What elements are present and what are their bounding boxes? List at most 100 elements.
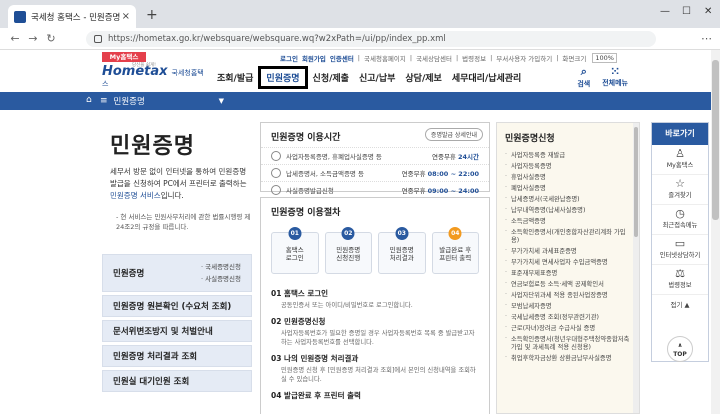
gnb-inquiry[interactable]: 조회/발급	[212, 71, 258, 89]
chat-icon: ▭	[674, 237, 686, 250]
leftnav-waiting-count[interactable]: 민원실 대기인원 조회	[102, 370, 252, 392]
cert-apply-item[interactable]: 소득금액증명	[505, 216, 631, 227]
lock-icon	[94, 35, 102, 43]
tab-title: 국세청 홈택스 - 민원증명	[31, 12, 121, 23]
browser-tab[interactable]: 국세청 홈택스 - 민원증명 ×	[8, 5, 136, 28]
maximize-icon[interactable]: ☐	[682, 6, 691, 17]
home-icon[interactable]: ⌂	[86, 95, 98, 107]
cert-apply-item[interactable]: 근로(자녀)장려금 수급사실 증명	[505, 323, 631, 334]
leftnav-original-check[interactable]: 민원증명 원본확인 (수요처 조회)	[102, 295, 252, 317]
list-scrollbar[interactable]	[633, 123, 639, 413]
star-icon: ☆	[675, 177, 685, 190]
url-text: https://hometax.go.kr/websquare/websquar…	[108, 34, 446, 44]
cert-apply-item[interactable]: 납세증명서(국세완납증명)	[505, 194, 631, 205]
cert-apply-item[interactable]: 부가가치세 과세표준증명	[505, 246, 631, 257]
minimize-icon[interactable]: —	[660, 6, 670, 17]
scale-icon: ⚖	[675, 267, 685, 280]
leftnav-forgery-guide[interactable]: 문서위변조방지 및 처벌안내	[102, 320, 252, 342]
proc-heading: 04 발급완료 후 프린터 출력	[271, 391, 361, 400]
proc-text: 민원증명 신청 후 [민원증명 처리결과 조회]에서 본인의 신청내역을 조회하…	[281, 367, 476, 383]
step-apply: 02 민원증명 신청진행	[324, 227, 372, 274]
util-signup[interactable]: 회원가입	[302, 53, 326, 63]
quick-recent-menu[interactable]: ◷ 최근접속메뉴	[652, 205, 708, 235]
back-icon[interactable]: ←	[6, 32, 24, 45]
quick-my-hometax[interactable]: ♙ My홈택스	[652, 145, 708, 175]
logo-slogan: 당신을 쉽게!	[132, 63, 156, 68]
chevron-up-icon: ∧	[677, 342, 683, 349]
cert-apply-item[interactable]: 사업자단위과세 적용 종된사업장증명	[505, 290, 631, 301]
cert-apply-item[interactable]: 휴업사실증명	[505, 172, 631, 183]
grid-icon: ⁙	[610, 65, 620, 78]
util-nts-home[interactable]: 국세청홈페이지	[364, 53, 406, 63]
gnb-apply[interactable]: 신청/제출	[308, 71, 354, 89]
leftnav-sub-tax-cert[interactable]: · 국세증명신청	[201, 261, 241, 273]
forward-icon[interactable]: →	[24, 32, 42, 45]
util-dept-signup[interactable]: 부서사용자 가입하기	[496, 53, 552, 63]
top-button[interactable]: ∧ TOP	[667, 336, 693, 362]
cert-apply-item[interactable]: 소득확인증명서(청년우대형주택청약종합저축 가입 및 과세특례 적용 신청용)	[505, 334, 631, 353]
clock-icon: ◷	[675, 207, 685, 220]
procedure-details: 01 홈택스 로그인 공동인증서 또는 아이디/비밀번호로 로그인합니다. 02…	[261, 280, 489, 403]
quick-header: 바로가기	[652, 123, 708, 145]
cert-apply-item[interactable]: 표준재무제표증명	[505, 268, 631, 279]
cert-apply-item[interactable]: 국세납세증명 조회(정부관련기관)	[505, 312, 631, 323]
url-input[interactable]: https://hometax.go.kr/websquare/websquar…	[86, 31, 656, 47]
proc-text: 공동인증서 또는 아이디/비밀번호로 로그인합니다.	[281, 302, 413, 309]
my-hometax-tag[interactable]: My홈택스	[102, 52, 146, 62]
procedure-steps: 01 홈택스 로그인 02 민원증명 신청진행 03 민원증명 처리결과 04 발급완료 후프…	[261, 227, 489, 280]
page-intro: 세무서 방문 없이 인터넷을 통하여 민원증명발급을 신청하여 PC에서 프린터…	[110, 167, 247, 200]
clock-icon	[271, 168, 281, 178]
proc-heading: 03 나의 민원증명 처리결과	[271, 354, 359, 363]
util-law-info[interactable]: 법령정보	[462, 53, 486, 63]
page-title: 민원증명	[110, 134, 195, 159]
window-close-icon[interactable]: ✕	[704, 6, 712, 17]
cert-apply-item[interactable]: 소득확인증명서(개인종합자산관리계좌 가입용)	[505, 227, 631, 246]
util-cert-center[interactable]: 인증센터	[330, 53, 354, 63]
cert-apply-item[interactable]: 연금보험료등 소득·세액 공제확인서	[505, 279, 631, 290]
location-dropdown[interactable]: ≡ 민원증명 ▼	[100, 92, 224, 110]
location-label: 민원증명	[113, 97, 145, 107]
clock-icon	[271, 151, 281, 161]
cert-apply-item[interactable]: 모범납세자증명	[505, 301, 631, 312]
utility-links: 로그인 회원가입 인증센터 | 국세청홈페이지 | 국세상담센터 | 법령정보 …	[280, 52, 710, 63]
new-tab-button[interactable]: +	[146, 7, 158, 23]
page-scrollbar[interactable]	[711, 50, 720, 414]
leftnav-sub-fact-cert[interactable]: · 사실증명신청	[201, 273, 241, 285]
hometax-logo[interactable]: 당신을 쉽게! Hometax 국세청홈택스	[102, 63, 206, 88]
civil-service-link[interactable]: 민원증명 서비스	[110, 191, 161, 200]
gnb-consult[interactable]: 상담/제보	[400, 71, 446, 89]
reload-icon[interactable]: ↻	[42, 32, 60, 45]
gnb-tax-agent[interactable]: 세무대리/납세관리	[447, 71, 527, 89]
gnb-civil-cert[interactable]: 민원증명	[258, 66, 308, 89]
cert-apply-item[interactable]: 폐업사실증명	[505, 183, 631, 194]
util-consult-center[interactable]: 국세상담센터	[416, 53, 452, 63]
cert-apply-item[interactable]: 부가가치세 면세사업자 수입금액증명	[505, 257, 631, 268]
cert-apply-item[interactable]: 사업자등록증명	[505, 161, 631, 172]
procedure-title: 민원증명 이용절차	[271, 208, 341, 218]
cert-apply-item[interactable]: 사업자등록증 재발급	[505, 150, 631, 161]
global-nav: 조회/발급 민원증명 신청/제출 신고/납부 상담/제보 세무대리/납세관리	[212, 66, 527, 89]
gnb-report-pay[interactable]: 신고/납부	[354, 71, 400, 89]
detail-guide-button[interactable]: 증명발급 상세안내	[424, 128, 483, 141]
hours-row: 납세증명서, 소득금액증명 등 연중무휴 08:00 ~ 22:00	[261, 164, 489, 181]
cert-apply-list: 민원증명신청 사업자등록증 재발급사업자등록증명휴업사실증명폐업사실증명납세증명…	[496, 122, 640, 414]
zoom-select[interactable]: 100%	[592, 52, 617, 63]
browser-menu-icon[interactable]: ⋯	[701, 32, 712, 45]
search-button[interactable]: ⌕ 검색	[577, 65, 590, 89]
cert-apply-item[interactable]: 납부내역증명(납세사실증명)	[505, 205, 631, 216]
util-login[interactable]: 로그인	[280, 53, 298, 63]
tab-close-icon[interactable]: ×	[122, 11, 130, 22]
quick-links: 바로가기 ♙ My홈택스 ☆ 즐겨찾기 ◷ 최근접속메뉴 ▭ 인터넷상담하기 ⚖ 법령정보…	[651, 122, 709, 362]
quick-favorites[interactable]: ☆ 즐겨찾기	[652, 175, 708, 205]
address-bar: ← → ↻ https://hometax.go.kr/websquare/we…	[0, 28, 720, 50]
location-bar: ⌂ ≡ 민원증명 ▼	[0, 92, 720, 110]
quick-collapse-button[interactable]: 접기 ▲	[652, 295, 708, 309]
quick-online-consult[interactable]: ▭ 인터넷상담하기	[652, 235, 708, 265]
hours-card: 민원증명 이용시간 증명발급 상세안내 사업자등록증명, 휴폐업사실증명 등 연…	[260, 122, 490, 195]
clock-icon	[271, 185, 281, 195]
quick-law-info[interactable]: ⚖ 법령정보	[652, 265, 708, 295]
cert-apply-item[interactable]: 취업후학자금상환 상환금납부사실증명	[505, 353, 631, 364]
leftnav-result-inquiry[interactable]: 민원증명 처리결과 조회	[102, 345, 252, 367]
leftnav-civil-cert[interactable]: 민원증명 · 국세증명신청 · 사실증명신청	[102, 254, 252, 292]
all-menu-button[interactable]: ⁙ 전체메뉴	[602, 65, 628, 89]
